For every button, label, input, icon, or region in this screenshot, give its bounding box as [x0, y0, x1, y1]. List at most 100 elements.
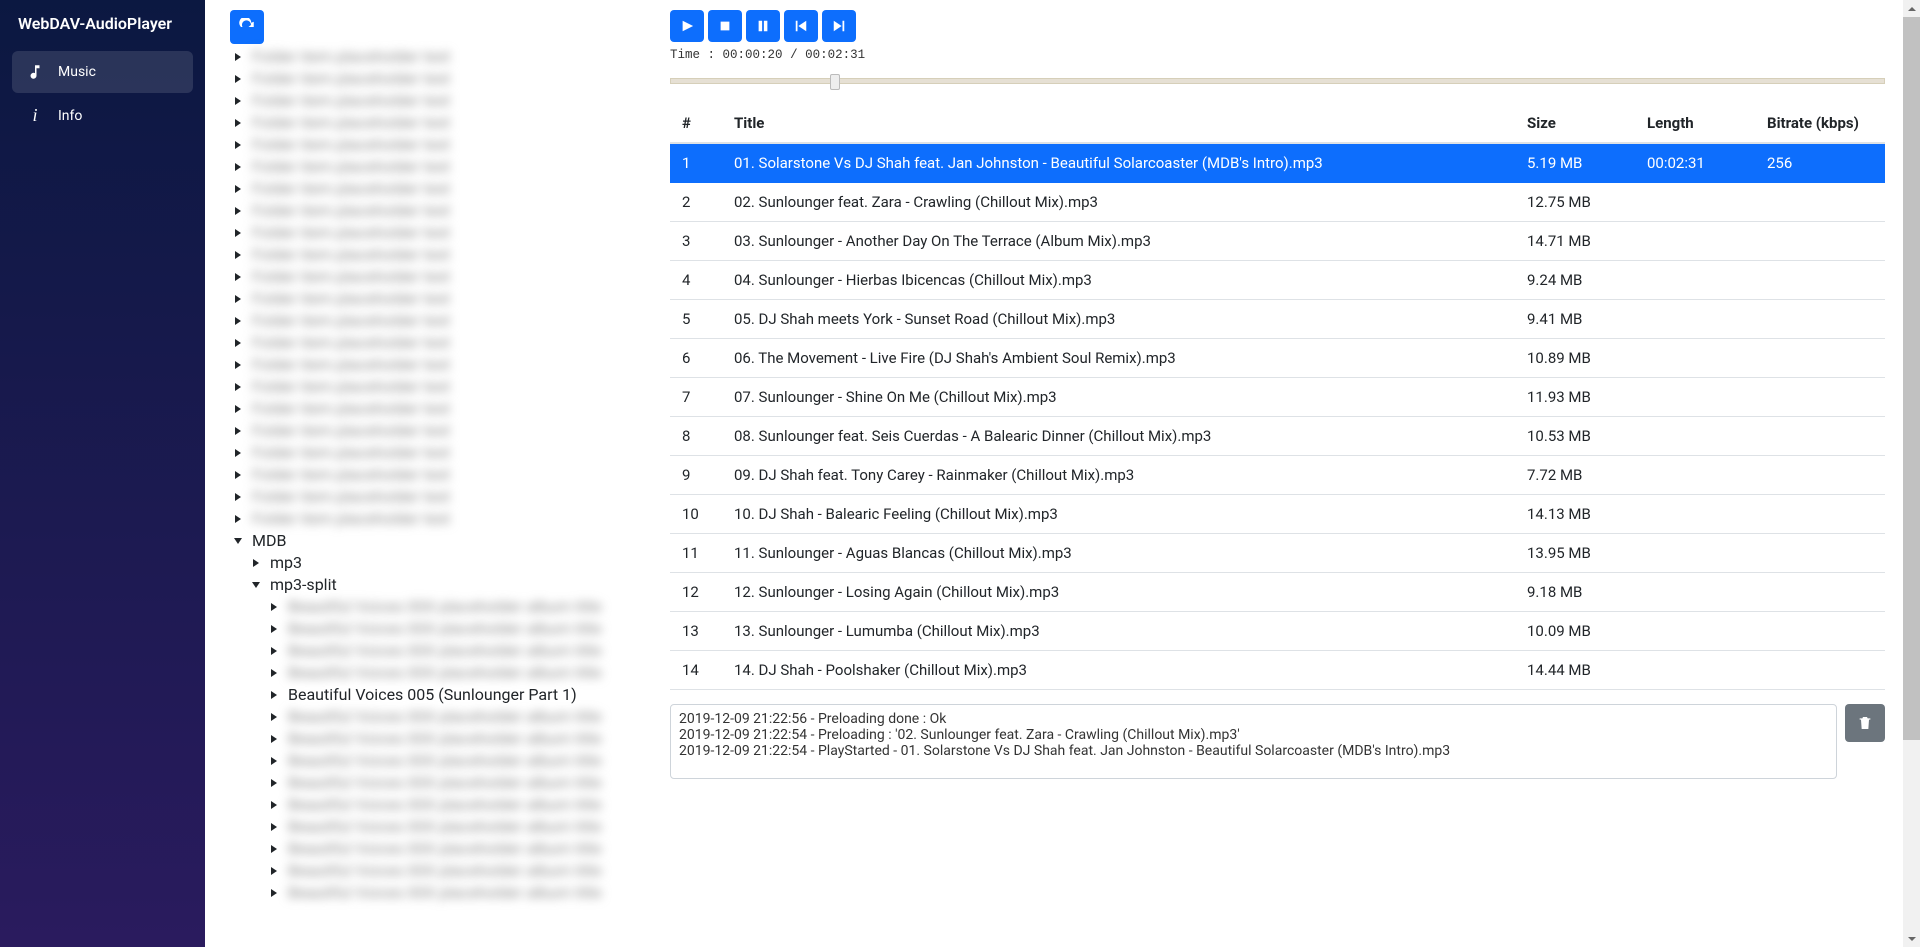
col-size[interactable]: Size [1515, 104, 1635, 143]
tree-node[interactable]: Folder item placeholder text [230, 398, 665, 419]
tree-node[interactable]: Beautiful Voices 00X placeholder album t… [266, 794, 665, 815]
tree-node[interactable]: Folder item placeholder text [230, 376, 665, 397]
tree-node[interactable]: Folder item placeholder text [230, 178, 665, 199]
tree-node[interactable]: Beautiful Voices 005 (Sunlounger Part 1) [266, 684, 665, 705]
tree-node[interactable]: Folder item placeholder text [230, 288, 665, 309]
chevron-down-icon[interactable] [230, 533, 246, 549]
tree-node[interactable]: Folder item placeholder text [230, 266, 665, 287]
tree-node[interactable]: Beautiful Voices 00X placeholder album t… [266, 618, 665, 639]
chevron-right-icon[interactable] [266, 643, 282, 659]
table-row[interactable]: 1010. DJ Shah - Balearic Feeling (Chillo… [670, 495, 1885, 534]
tree-node[interactable]: Beautiful Voices 00X placeholder album t… [266, 706, 665, 727]
chevron-right-icon[interactable] [230, 357, 246, 373]
tree-node[interactable]: Folder item placeholder text [230, 310, 665, 331]
chevron-right-icon[interactable] [230, 203, 246, 219]
chevron-right-icon[interactable] [266, 621, 282, 637]
col-num[interactable]: # [670, 104, 722, 143]
scroll-up-button[interactable] [1903, 0, 1920, 17]
nav-info[interactable]: i Info [12, 93, 193, 138]
tree-node[interactable]: Folder item placeholder text [230, 112, 665, 133]
table-row[interactable]: 909. DJ Shah feat. Tony Carey - Rainmake… [670, 456, 1885, 495]
tree-node[interactable]: Beautiful Voices 00X placeholder album t… [266, 728, 665, 749]
chevron-right-icon[interactable] [230, 335, 246, 351]
nav-music[interactable]: Music [12, 51, 193, 93]
chevron-right-icon[interactable] [230, 423, 246, 439]
table-row[interactable]: 1212. Sunlounger - Losing Again (Chillou… [670, 573, 1885, 612]
table-row[interactable]: 606. The Movement - Live Fire (DJ Shah's… [670, 339, 1885, 378]
chevron-right-icon[interactable] [230, 379, 246, 395]
chevron-right-icon[interactable] [230, 181, 246, 197]
progress-bar[interactable] [670, 72, 1885, 90]
refresh-button[interactable] [230, 10, 264, 44]
tree-node[interactable]: mp3-split [248, 574, 665, 595]
table-row[interactable]: 707. Sunlounger - Shine On Me (Chillout … [670, 378, 1885, 417]
chevron-right-icon[interactable] [266, 731, 282, 747]
chevron-right-icon[interactable] [230, 313, 246, 329]
col-bitrate[interactable]: Bitrate (kbps) [1755, 104, 1885, 143]
chevron-right-icon[interactable] [230, 93, 246, 109]
chevron-right-icon[interactable] [230, 49, 246, 65]
tree-node[interactable]: Beautiful Voices 00X placeholder album t… [266, 750, 665, 771]
chevron-right-icon[interactable] [266, 841, 282, 857]
chevron-right-icon[interactable] [230, 445, 246, 461]
chevron-right-icon[interactable] [266, 599, 282, 615]
tree-node[interactable]: Folder item placeholder text [230, 200, 665, 221]
chevron-right-icon[interactable] [230, 137, 246, 153]
tree-node[interactable]: Beautiful Voices 00X placeholder album t… [266, 816, 665, 837]
chevron-right-icon[interactable] [230, 401, 246, 417]
col-length[interactable]: Length [1635, 104, 1755, 143]
chevron-right-icon[interactable] [266, 819, 282, 835]
table-row[interactable]: 202. Sunlounger feat. Zara - Crawling (C… [670, 183, 1885, 222]
vertical-scrollbar[interactable] [1903, 0, 1920, 947]
table-row[interactable]: 808. Sunlounger feat. Seis Cuerdas - A B… [670, 417, 1885, 456]
table-row[interactable]: 303. Sunlounger - Another Day On The Ter… [670, 222, 1885, 261]
stop-button[interactable] [708, 10, 742, 42]
scroll-down-button[interactable] [1903, 930, 1920, 947]
table-row[interactable]: 1111. Sunlounger - Aguas Blancas (Chillo… [670, 534, 1885, 573]
tree-node[interactable]: Folder item placeholder text [230, 222, 665, 243]
tree-node[interactable]: Folder item placeholder text [230, 332, 665, 353]
progress-handle[interactable] [830, 74, 840, 90]
tree-node[interactable]: Folder item placeholder text [230, 244, 665, 265]
tree-node[interactable]: Beautiful Voices 00X placeholder album t… [266, 662, 665, 683]
tree-node[interactable]: Folder item placeholder text [230, 46, 665, 67]
table-row[interactable]: 1313. Sunlounger - Lumumba (Chillout Mix… [670, 612, 1885, 651]
chevron-right-icon[interactable] [266, 687, 282, 703]
tree-node[interactable]: Folder item placeholder text [230, 486, 665, 507]
next-button[interactable] [822, 10, 856, 42]
tree-node[interactable]: Folder item placeholder text [230, 442, 665, 463]
scroll-thumb[interactable] [1903, 0, 1920, 740]
prev-button[interactable] [784, 10, 818, 42]
chevron-right-icon[interactable] [230, 511, 246, 527]
tree-node[interactable]: Folder item placeholder text [230, 68, 665, 89]
clear-log-button[interactable] [1845, 704, 1885, 742]
chevron-right-icon[interactable] [266, 863, 282, 879]
tree-node[interactable]: Folder item placeholder text [230, 420, 665, 441]
chevron-right-icon[interactable] [266, 775, 282, 791]
chevron-down-icon[interactable] [248, 577, 264, 593]
chevron-right-icon[interactable] [266, 753, 282, 769]
chevron-right-icon[interactable] [230, 225, 246, 241]
tree-node[interactable]: Beautiful Voices 00X placeholder album t… [266, 882, 665, 903]
chevron-right-icon[interactable] [230, 489, 246, 505]
tree-node[interactable]: Folder item placeholder text [230, 90, 665, 111]
table-row[interactable]: 505. DJ Shah meets York - Sunset Road (C… [670, 300, 1885, 339]
chevron-right-icon[interactable] [248, 555, 264, 571]
table-row[interactable]: 1414. DJ Shah - Poolshaker (Chillout Mix… [670, 651, 1885, 690]
tree-node[interactable]: mp3 [248, 552, 665, 573]
chevron-right-icon[interactable] [266, 665, 282, 681]
chevron-right-icon[interactable] [230, 247, 246, 263]
chevron-right-icon[interactable] [266, 885, 282, 901]
tree-node[interactable]: Folder item placeholder text [230, 134, 665, 155]
tree-node[interactable]: Beautiful Voices 00X placeholder album t… [266, 596, 665, 617]
pause-button[interactable] [746, 10, 780, 42]
chevron-right-icon[interactable] [230, 291, 246, 307]
tree-node[interactable]: Beautiful Voices 00X placeholder album t… [266, 640, 665, 661]
tree-node[interactable]: Folder item placeholder text [230, 508, 665, 529]
chevron-right-icon[interactable] [230, 115, 246, 131]
tree-node[interactable]: Folder item placeholder text [230, 354, 665, 375]
tree-node[interactable]: MDB [230, 530, 665, 551]
tree-node[interactable]: Folder item placeholder text [230, 156, 665, 177]
chevron-right-icon[interactable] [266, 797, 282, 813]
chevron-right-icon[interactable] [230, 159, 246, 175]
